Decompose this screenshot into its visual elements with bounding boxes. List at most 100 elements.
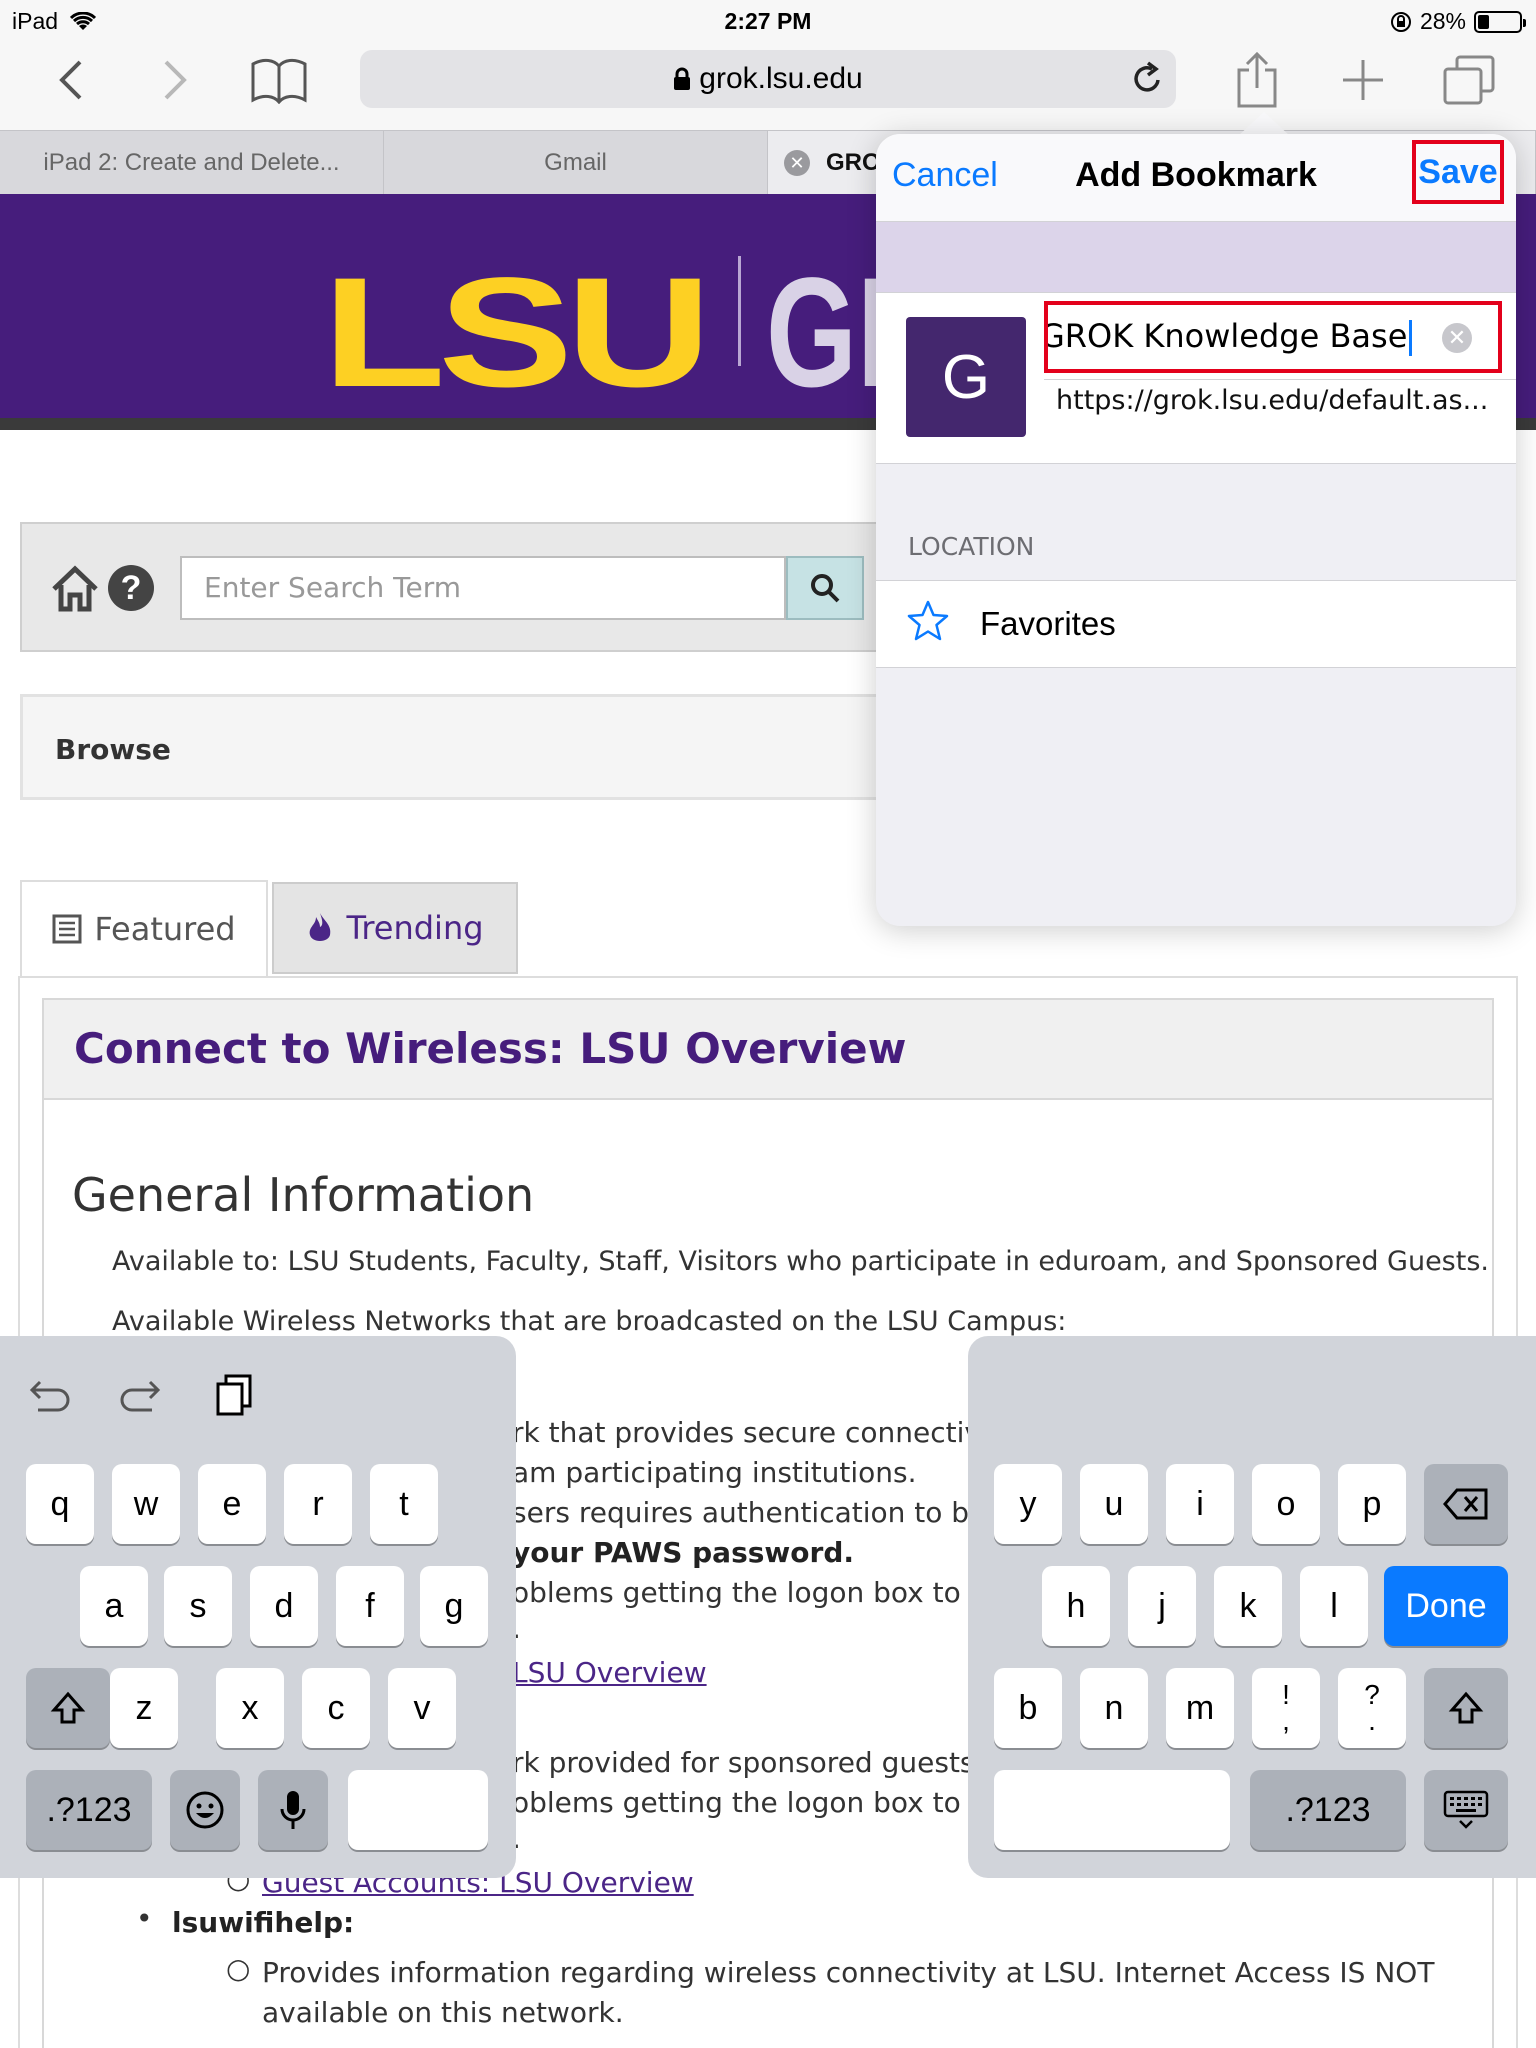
delete-key[interactable] — [1424, 1464, 1508, 1544]
close-tab-icon[interactable]: ✕ — [784, 150, 810, 176]
numbers-key[interactable]: .?123 — [26, 1770, 152, 1850]
article-fragment: rk provided for sponsored guests o — [512, 1746, 1001, 1779]
key-b[interactable]: b — [994, 1668, 1062, 1748]
key-r[interactable]: r — [284, 1464, 352, 1544]
key-g[interactable]: g — [420, 1566, 488, 1646]
share-icon — [1237, 52, 1277, 108]
forward-button[interactable] — [140, 50, 210, 110]
space-key-right[interactable] — [994, 1770, 1230, 1850]
done-key[interactable]: Done — [1384, 1566, 1508, 1646]
back-button[interactable] — [36, 50, 106, 110]
shift-icon — [50, 1691, 86, 1724]
key-c[interactable]: c — [302, 1668, 370, 1748]
tabs-icon — [1443, 55, 1495, 105]
key-u[interactable]: u — [1080, 1464, 1148, 1544]
browse-label: Browse — [55, 733, 171, 766]
key-l[interactable]: l — [1300, 1566, 1368, 1646]
key-h[interactable]: h — [1042, 1566, 1110, 1646]
popover-header: Cancel Add Bookmark Save — [876, 134, 1516, 222]
key-i[interactable]: i — [1166, 1464, 1234, 1544]
search-button[interactable] — [786, 556, 864, 620]
key-d[interactable]: d — [250, 1566, 318, 1646]
key-p[interactable]: p — [1338, 1464, 1406, 1544]
shift-key[interactable] — [26, 1668, 110, 1748]
home-icon[interactable] — [50, 565, 100, 618]
key-k[interactable]: k — [1214, 1566, 1282, 1646]
key-exclaim-comma[interactable]: !, — [1252, 1668, 1320, 1748]
article-header: Connect to Wireless: LSU Overview — [42, 998, 1494, 1100]
book-icon — [251, 58, 307, 104]
keyboard-hide-icon — [1443, 1790, 1489, 1829]
key-y[interactable]: y — [994, 1464, 1062, 1544]
battery-icon — [1474, 10, 1526, 33]
shift-key[interactable] — [1424, 1668, 1508, 1748]
tab-ipad2[interactable]: iPad 2: Create and Delete... — [0, 131, 384, 195]
lsuwifihelp-label: lsuwifihelp: — [172, 1906, 355, 1939]
save-button[interactable]: Save — [1412, 140, 1504, 204]
chevron-left-icon — [59, 60, 82, 100]
key-s[interactable]: s — [164, 1566, 232, 1646]
key-q[interactable]: q — [26, 1464, 94, 1544]
bookmarks-button[interactable] — [244, 50, 314, 110]
undo-icon — [29, 1380, 70, 1412]
tab-featured[interactable]: Featured — [20, 880, 268, 976]
key-question-period[interactable]: ?. — [1338, 1668, 1406, 1748]
clear-text-icon[interactable]: ✕ — [1442, 323, 1472, 353]
redo-button[interactable] — [118, 1376, 166, 1421]
key-z[interactable]: z — [110, 1668, 178, 1748]
bookmark-entry: G GROK Knowledge Base ✕ https://grok.lsu… — [876, 292, 1516, 464]
help-icon[interactable]: ? — [108, 565, 154, 611]
overview-link[interactable]: LSU Overview — [512, 1656, 707, 1689]
star-icon — [906, 599, 950, 648]
undo-button[interactable] — [24, 1376, 72, 1421]
article-fragment: your PAWS password. — [512, 1536, 855, 1569]
search-input[interactable]: Enter Search Term — [180, 556, 786, 620]
location-row[interactable]: Favorites — [876, 580, 1516, 668]
key-v[interactable]: v — [388, 1668, 456, 1748]
address-bar[interactable]: grok.lsu.edu — [360, 50, 1176, 108]
tabs-button[interactable] — [1434, 50, 1504, 110]
key-o[interactable]: o — [1252, 1464, 1320, 1544]
popover-arrow — [1238, 112, 1290, 136]
article-fragment: oblems getting the logon box to dis — [512, 1576, 1010, 1609]
key-j[interactable]: j — [1128, 1566, 1196, 1646]
key-e[interactable]: e — [198, 1464, 266, 1544]
key-t[interactable]: t — [370, 1464, 438, 1544]
popover-backdrop-strip — [876, 222, 1516, 292]
lock-icon — [674, 67, 691, 90]
shift-icon — [1448, 1691, 1484, 1724]
dictation-key[interactable] — [258, 1770, 328, 1850]
hide-keyboard-key[interactable] — [1424, 1770, 1508, 1850]
url-label: grok.lsu.edu — [699, 62, 863, 95]
space-key-left[interactable] — [348, 1770, 488, 1850]
new-tab-button[interactable] — [1328, 50, 1398, 110]
tab-featured-label: Featured — [94, 910, 236, 948]
reload-button[interactable] — [1130, 60, 1164, 101]
article-title[interactable]: Connect to Wireless: LSU Overview — [74, 1024, 906, 1073]
battery-level — [1478, 14, 1489, 29]
flame-icon — [310, 913, 331, 941]
key-m[interactable]: m — [1166, 1668, 1234, 1748]
key-a[interactable]: a — [80, 1566, 148, 1646]
tab-label: Gmail — [544, 149, 607, 176]
bookmark-name-value: GROK Knowledge Base — [1044, 317, 1408, 355]
location-label: LOCATION — [908, 532, 1035, 561]
status-bar: iPad 2:27 PM 28% — [0, 0, 1536, 40]
emoji-icon — [186, 1791, 224, 1829]
key-w[interactable]: w — [112, 1464, 180, 1544]
redo-icon — [120, 1380, 161, 1412]
key-x[interactable]: x — [216, 1668, 284, 1748]
key-n[interactable]: n — [1080, 1668, 1148, 1748]
tab-trending[interactable]: Trending — [272, 882, 518, 974]
share-button[interactable] — [1222, 50, 1292, 110]
bookmark-name-field[interactable]: GROK Knowledge Base — [1044, 301, 1502, 373]
emoji-key[interactable] — [170, 1770, 240, 1850]
paste-button[interactable] — [214, 1372, 254, 1423]
battery-percent: 28% — [1419, 8, 1466, 34]
numbers-key[interactable]: .?123 — [1250, 1770, 1406, 1850]
key-f[interactable]: f — [336, 1566, 404, 1646]
reload-icon — [1134, 61, 1160, 92]
tab-label: GRO — [826, 149, 881, 176]
lsuwifihelp-desc-2: available on this network. — [262, 1996, 624, 2029]
tab-gmail[interactable]: Gmail — [384, 131, 768, 195]
